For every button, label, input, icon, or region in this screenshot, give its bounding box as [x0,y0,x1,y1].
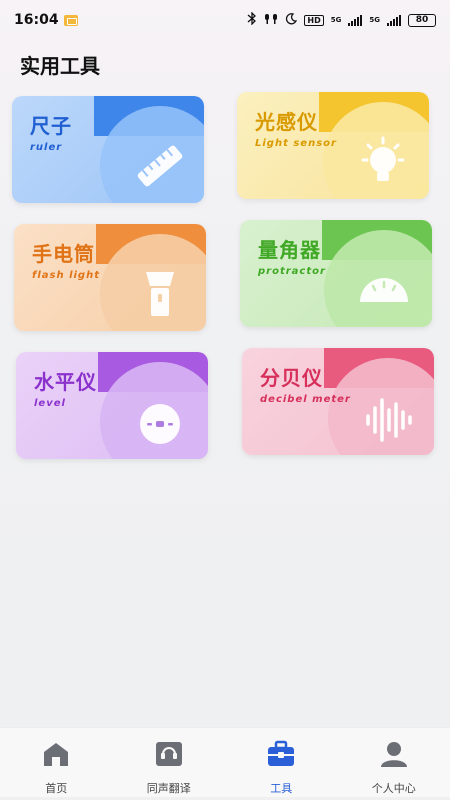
notification-icon [63,14,78,26]
tab-home[interactable]: 首页 [0,728,113,800]
tool-card-decibel-meter[interactable]: 分贝仪 decibel meter [242,348,434,455]
translate-icon [153,738,185,770]
tab-translate[interactable]: 同声翻译 [113,728,226,800]
tool-subtitle: Light sensor [255,138,337,149]
page-title: 实用工具 [20,54,100,78]
tool-subtitle: decibel meter [260,394,351,405]
tool-subtitle: ruler [30,142,63,153]
hd-badge: HD [304,14,324,26]
battery-icon: 80 [408,13,436,27]
tool-title: 分贝仪 [260,366,323,390]
moon-icon [285,12,298,28]
tool-card-level[interactable]: 水平仪 level [16,352,208,459]
tab-label: 首页 [45,782,68,795]
home-icon [40,738,72,770]
tab-label: 同声翻译 [146,782,191,795]
status-icons: HD 5G 5G 80 [247,11,436,28]
network-type-2: 5G [369,16,380,24]
user-icon [378,738,410,770]
signal-icon-1 [348,14,363,26]
earbuds-icon [264,13,278,28]
tool-title: 光感仪 [255,110,318,134]
tab-tools[interactable]: 工具 [225,728,338,800]
status-time: 16:04 [14,12,59,28]
status-bar: 16:04 HD 5G 5G 80 [0,0,450,40]
tool-card-ruler[interactable]: 尺子 ruler [12,96,204,203]
toolbox-icon [265,738,297,770]
tool-title: 水平仪 [34,370,97,394]
signal-icon-2 [387,14,401,26]
tab-label: 个人中心 [371,782,416,795]
bluetooth-icon [247,11,257,28]
tool-title: 量角器 [258,238,321,262]
tool-title: 尺子 [30,114,72,138]
tool-subtitle: flash light [32,270,100,281]
bottom-tab-bar: 首页 同声翻译 工具 个人中心 [0,727,450,800]
tab-profile[interactable]: 个人中心 [338,728,450,800]
tool-card-protractor[interactable]: 量角器 protractor [240,220,432,327]
tool-subtitle: level [34,398,66,409]
network-type-1: 5G [330,16,342,24]
tab-label: 工具 [270,782,293,795]
tool-card-flashlight[interactable]: 手电筒 flash light [14,224,206,331]
tool-card-light-sensor[interactable]: 光感仪 Light sensor [237,92,429,199]
tool-subtitle: protractor [258,266,326,277]
tool-title: 手电筒 [32,242,95,266]
